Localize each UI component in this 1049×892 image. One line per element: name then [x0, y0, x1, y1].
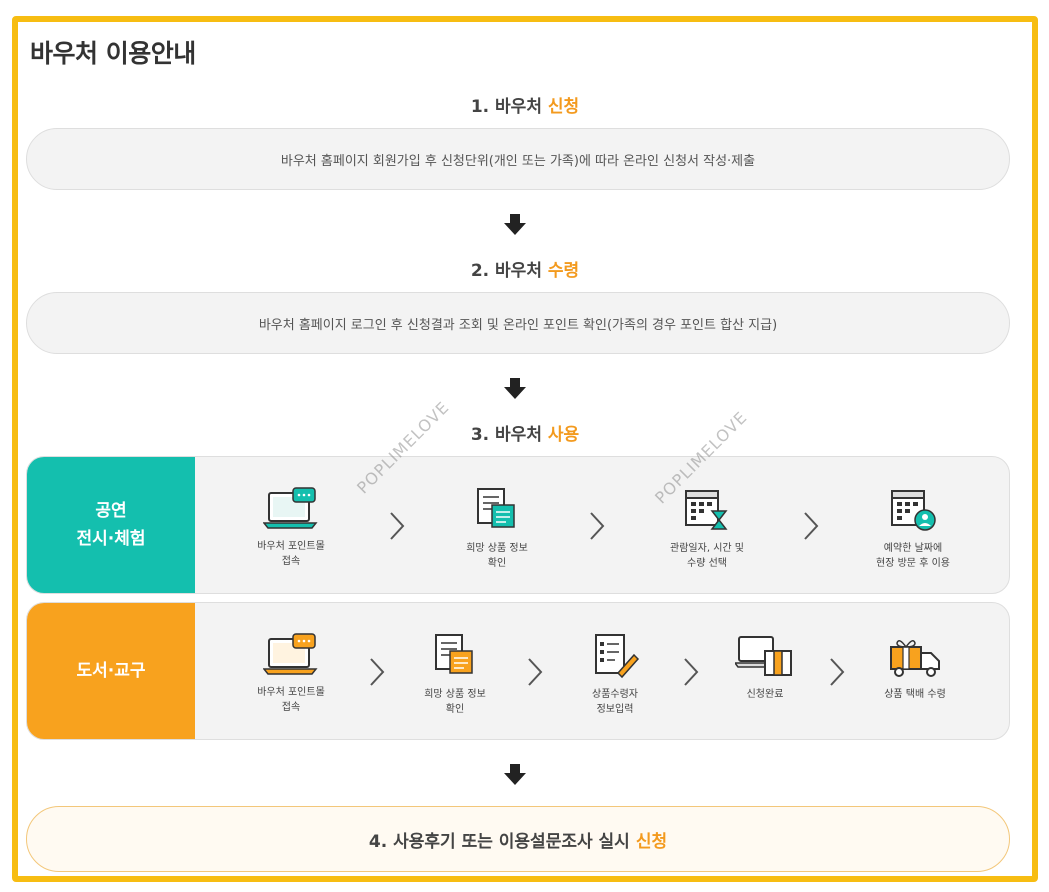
step1-prefix: 1. 바우처 — [470, 97, 542, 117]
step2-description: 바우처 홈페이지 로그인 후 신청결과 조회 및 온라인 포인트 확인(가족의 … — [26, 292, 1010, 354]
books-step-recipient: 상품수령자 정보입력 — [550, 603, 680, 739]
laptop-box-icon — [735, 636, 792, 676]
laptop-chat-icon — [263, 487, 318, 529]
category-performance: 공연 전시·체험 — [27, 457, 195, 593]
down-arrow-icon — [504, 764, 526, 785]
perf-step-info: 희망 상품 정보 확인 — [432, 457, 562, 593]
books-step-delivery-label: 상품 택배 수령 — [884, 689, 946, 700]
step3-highlight: 사용 — [547, 425, 580, 445]
document-icon — [435, 634, 473, 674]
chevron-right-icon — [830, 658, 845, 686]
perf-step-select: 관람일자, 시간 및 수량 선택 — [642, 457, 772, 593]
step4-prefix: 4. 사용후기 또는 이용설문조사 실시 — [368, 831, 630, 852]
chevron-right-icon — [804, 512, 819, 540]
step2-prefix: 2. 바우처 — [470, 261, 542, 281]
perf-step-visit-label: 예약한 날짜에 현장 방문 후 이용 — [876, 543, 950, 569]
document-icon — [477, 488, 515, 528]
use-row-performance: 공연 전시·체험 바우처 포인트몰 접속 희망 상품 정보 확인 관람일자, 시… — [26, 456, 1010, 594]
guide-frame: 바우처 이용안내 1. 바우처 신청 바우처 홈페이지 회원가입 후 신청단위(… — [12, 16, 1038, 882]
step3-prefix: 3. 바우처 — [470, 425, 542, 445]
use-row-books: 도서·교구 바우처 포인트몰 접속 희망 상품 정보 확인 상품수령자 정보입력… — [26, 602, 1010, 740]
books-step-complete-label: 신청완료 — [746, 689, 784, 700]
books-step-portal-label: 바우처 포인트몰 접속 — [257, 687, 325, 713]
step3-title: 3. 바우처 사용 — [18, 420, 1032, 445]
chevron-right-icon — [370, 658, 385, 686]
category-books: 도서·교구 — [27, 603, 195, 739]
gift-truck-icon — [890, 640, 940, 677]
page-title: 바우처 이용안내 — [30, 39, 196, 68]
perf-step-visit: 예약한 날짜에 현장 방문 후 이용 — [848, 457, 978, 593]
books-step-portal: 바우처 포인트몰 접속 — [226, 603, 356, 739]
books-step-info: 희망 상품 정보 확인 — [390, 603, 520, 739]
step1-description: 바우처 홈페이지 회원가입 후 신청단위(개인 또는 가족)에 따라 온라인 신… — [26, 128, 1010, 190]
chevron-right-icon — [528, 658, 543, 686]
laptop-chat-icon — [263, 633, 318, 675]
form-pencil-icon — [595, 634, 640, 679]
step1-title: 1. 바우처 신청 — [18, 92, 1032, 117]
chevron-right-icon — [390, 512, 405, 540]
chevron-right-icon — [684, 658, 699, 686]
category-performance-line2: 전시·체험 — [76, 529, 146, 549]
down-arrow-icon — [504, 214, 526, 235]
books-step-delivery: 상품 택배 수령 — [850, 603, 980, 739]
step4-banner: 4. 사용후기 또는 이용설문조사 실시 신청 — [26, 806, 1010, 872]
calendar-person-icon — [891, 490, 936, 531]
step2-title: 2. 바우처 수령 — [18, 256, 1032, 281]
chevron-right-icon — [590, 512, 605, 540]
calendar-hourglass-icon — [685, 490, 728, 530]
perf-step-select-label: 관람일자, 시간 및 수량 선택 — [670, 543, 744, 569]
down-arrow-icon — [504, 378, 526, 399]
books-step-info-label: 희망 상품 정보 확인 — [424, 689, 486, 715]
category-performance-line1: 공연 — [95, 501, 127, 521]
step4-highlight: 신청 — [635, 831, 668, 852]
step2-highlight: 수령 — [547, 261, 580, 281]
perf-step-info-label: 희망 상품 정보 확인 — [466, 543, 528, 569]
perf-step-portal: 바우처 포인트몰 접속 — [226, 457, 356, 593]
step1-highlight: 신청 — [547, 97, 580, 117]
perf-step-portal-label: 바우처 포인트몰 접속 — [257, 541, 325, 567]
books-step-recipient-label: 상품수령자 정보입력 — [592, 689, 638, 715]
books-step-complete: 신청완료 — [700, 603, 830, 739]
